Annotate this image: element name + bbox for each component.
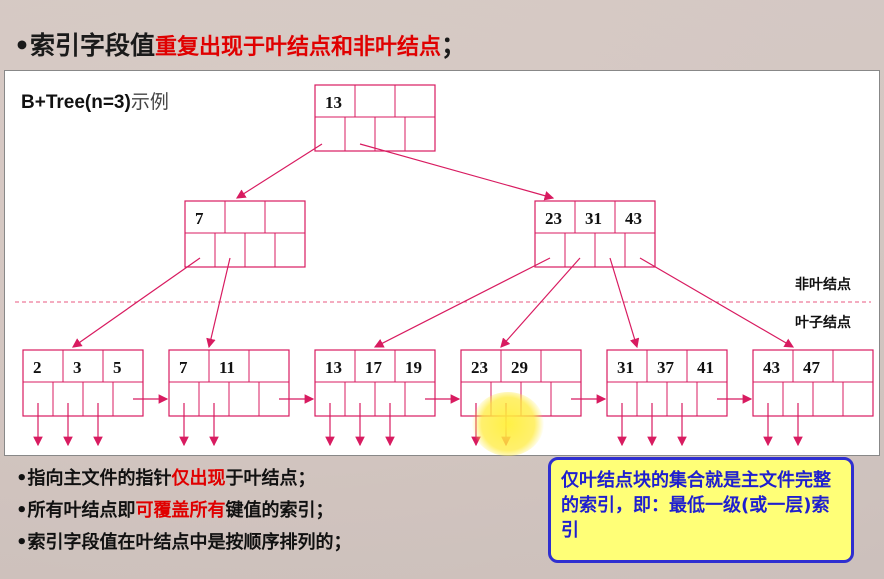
node-key: 7	[195, 209, 204, 228]
headline-plain: 索引字段值	[29, 31, 155, 60]
node-key: 2	[33, 358, 42, 377]
node-key: 5	[113, 358, 122, 377]
pointer-arrow	[235, 143, 323, 199]
node-key: 41	[697, 358, 714, 377]
node-key: 31	[617, 358, 634, 377]
label-nonleaf: 非叶结点	[795, 276, 851, 293]
headline-bullet: •	[14, 31, 30, 60]
bullet-item: •索引字段值在叶结点中是按顺序排列的；	[16, 532, 352, 553]
headline: •索引字段值重复出现于叶结点和非叶结点；	[14, 26, 466, 62]
headline-emphasis: 重复出现于叶结点和非叶结点	[155, 35, 442, 60]
node-key: 13	[325, 358, 342, 377]
node-key: 31	[585, 209, 602, 228]
node-key: 37	[657, 358, 675, 377]
label-leaf: 叶子结点	[795, 314, 851, 331]
bullet-item: •指向主文件的指针仅出现于叶结点；	[16, 468, 316, 489]
node-key: 23	[545, 209, 562, 228]
node-key: 13	[325, 93, 342, 112]
node-key: 23	[471, 358, 488, 377]
node-key: 3	[73, 358, 82, 377]
bullet-item: •所有叶结点即可覆盖所有键值的索引；	[16, 500, 334, 521]
node-key: 29	[511, 358, 528, 377]
node-key: 43	[763, 358, 780, 377]
node-key: 17	[365, 358, 383, 377]
callout-box: 仅叶结点块的集合就是主文件完整的索引，即：最低一级(或一层)索引	[548, 457, 854, 563]
bullet-list: •指向主文件的指针仅出现于叶结点； •所有叶结点即可覆盖所有键值的索引； •索引…	[16, 463, 352, 559]
diagram-panel: B+Tree(n=3)示例 13 7 23 31 43 非叶结点 叶子结点 2 3 5 7 11 13 1…	[4, 70, 880, 456]
bplus-tree-diagram: 137 23 31 43非叶结点叶子结点2 3 5 7 11 13 17 19 23 29 31 37 41 4…	[15, 84, 874, 447]
node-key: 19	[405, 358, 422, 377]
pointer-arrow	[359, 143, 555, 201]
headline-tail: ；	[441, 31, 467, 60]
node-key: 43	[625, 209, 642, 228]
node-key: 11	[219, 358, 235, 377]
node-key: 7	[179, 358, 188, 377]
node-key: 47	[803, 358, 821, 377]
